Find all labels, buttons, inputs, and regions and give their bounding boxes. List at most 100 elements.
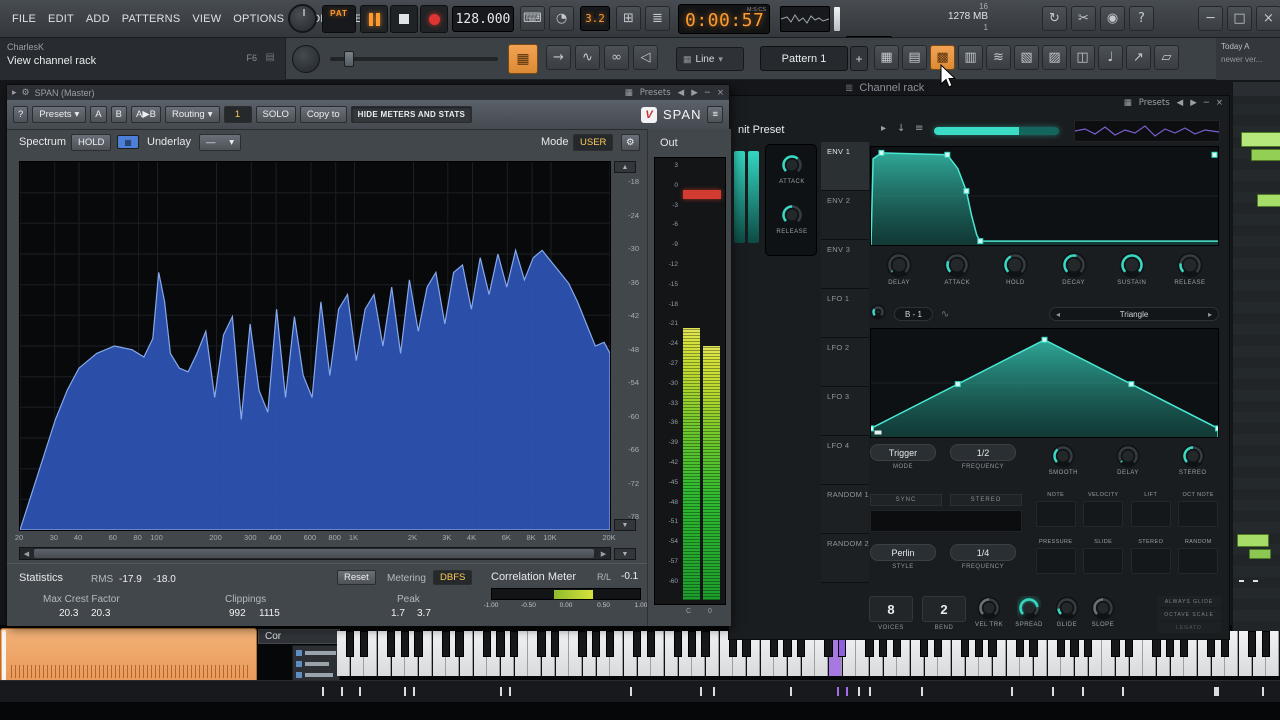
master-pitch-knob[interactable] bbox=[292, 45, 320, 73]
minimize-button[interactable]: ─ bbox=[1198, 6, 1223, 31]
matrix-oct-note[interactable]: OCT NOTE bbox=[1177, 492, 1221, 539]
overdub-icon[interactable]: ≣ bbox=[645, 6, 670, 31]
smart-disable-icon[interactable]: ∿ bbox=[575, 45, 600, 70]
window-snap-icon[interactable]: ▦ bbox=[625, 88, 633, 98]
flag-legato[interactable]: LEGATO bbox=[1157, 622, 1221, 633]
tools-icon[interactable]: ✂ bbox=[1071, 6, 1096, 31]
copy-to-button[interactable]: Copy to bbox=[299, 106, 347, 123]
link-icon[interactable]: ∞ bbox=[604, 45, 629, 70]
detach-window-button[interactable]: ─ bbox=[705, 88, 710, 98]
piano-roll-icon[interactable]: ▥ bbox=[958, 45, 983, 70]
tab-lfo-4[interactable]: LFO 4 bbox=[821, 436, 869, 485]
black-key[interactable] bbox=[387, 631, 396, 657]
knob-sustain[interactable]: SUSTAIN bbox=[1103, 252, 1161, 300]
knob-vel-trk[interactable]: VEL TRK bbox=[975, 596, 1003, 628]
random-display[interactable] bbox=[870, 510, 1022, 532]
hide-meters-button[interactable]: HIDE METERS AND STATS bbox=[350, 106, 473, 123]
prev-preset-button[interactable]: ◀ bbox=[1177, 98, 1184, 108]
sync-icon[interactable]: ↻ bbox=[1042, 6, 1067, 31]
step-sequencer-icon[interactable]: ▤ bbox=[902, 45, 927, 70]
scrollbar-handle[interactable] bbox=[34, 549, 594, 558]
matrix-note[interactable]: NOTE bbox=[1034, 492, 1078, 539]
span-window-titlebar[interactable]: ▸ ⚙ SPAN (Master) ▦ Presets ◀ ▶ ─ × bbox=[7, 85, 729, 100]
pattern-song-toggle[interactable]: PAT bbox=[322, 5, 356, 33]
matrix-cell[interactable] bbox=[1083, 548, 1124, 574]
mic-icon[interactable]: ◉ bbox=[1100, 6, 1125, 31]
tab-lfo-1[interactable]: LFO 1 bbox=[821, 289, 869, 338]
menu-edit[interactable]: EDIT bbox=[42, 9, 80, 29]
menu-add[interactable]: ADD bbox=[80, 9, 116, 29]
a-to-b-button[interactable]: A▶B bbox=[130, 106, 161, 123]
note-tick-strip[interactable] bbox=[0, 680, 1280, 702]
matrix-stereo[interactable]: STEREO bbox=[1129, 539, 1173, 586]
black-key[interactable] bbox=[551, 631, 560, 657]
close-button[interactable]: × bbox=[1256, 6, 1280, 31]
browser-icon[interactable]: ▨ bbox=[1042, 45, 1067, 70]
knob-slope[interactable]: SLOPE bbox=[1091, 596, 1115, 628]
preset-name[interactable]: nit Preset bbox=[738, 124, 784, 136]
dbfs-button[interactable]: DBFS bbox=[433, 570, 473, 585]
preset-menu-icon[interactable]: ≡ bbox=[915, 123, 923, 134]
help-button[interactable]: ? bbox=[13, 106, 29, 123]
ab-slot-b-button[interactable]: B bbox=[110, 106, 127, 123]
piano-roll-note[interactable] bbox=[1237, 534, 1269, 547]
volume-gauge[interactable] bbox=[934, 127, 1059, 135]
knob-hold[interactable]: HOLD bbox=[986, 252, 1044, 300]
matrix-cell[interactable] bbox=[1035, 548, 1076, 574]
snap-selector[interactable]: ▦ Line ▾ bbox=[676, 47, 744, 71]
black-key[interactable] bbox=[537, 631, 546, 657]
black-key[interactable] bbox=[646, 631, 656, 657]
knob-release[interactable]: RELEASE bbox=[1161, 252, 1219, 300]
next-preset-button[interactable]: ▶ bbox=[1190, 98, 1197, 108]
next-preset-button[interactable]: ▶ bbox=[691, 88, 698, 98]
lfo-frequency-button[interactable]: 1/2 bbox=[950, 444, 1016, 461]
oscilloscope[interactable] bbox=[780, 6, 830, 32]
scale-zoom-out-button[interactable]: ▼ bbox=[614, 519, 636, 531]
knob-attack[interactable]: ATTACK bbox=[928, 252, 986, 300]
black-key[interactable] bbox=[510, 631, 519, 657]
pattern-selector[interactable]: Pattern 1 bbox=[760, 46, 848, 71]
count-in-display[interactable]: 3.2 bbox=[580, 6, 610, 31]
shop-icon[interactable]: ▱ bbox=[1154, 45, 1179, 70]
solo-button[interactable]: SOLO bbox=[255, 106, 296, 123]
scroll-right-button[interactable]: ▶ bbox=[597, 548, 610, 559]
matrix-slide[interactable]: SLIDE bbox=[1082, 539, 1126, 586]
black-key[interactable] bbox=[455, 631, 464, 657]
spectrum-mode-toggle[interactable]: ▦ bbox=[117, 135, 139, 149]
tab-lfo-2[interactable]: LFO 2 bbox=[821, 338, 869, 387]
menu-button[interactable]: ≡ bbox=[707, 106, 723, 123]
side-knob-attack[interactable]: ATTACK bbox=[774, 153, 810, 185]
tab-random-2[interactable]: RANDOM 2 bbox=[821, 534, 869, 583]
knob-spread[interactable]: SPREAD bbox=[1015, 596, 1043, 628]
scroll-left-button[interactable]: ◀ bbox=[20, 548, 33, 559]
step-edit-icon[interactable]: ⊞ bbox=[616, 6, 641, 31]
mini-slider-row[interactable] bbox=[296, 661, 336, 667]
tab-env-3[interactable]: ENV 3 bbox=[821, 240, 869, 289]
side-knob-release[interactable]: RELEASE bbox=[774, 203, 810, 235]
matrix-random[interactable]: RANDOM bbox=[1177, 539, 1221, 586]
black-key[interactable] bbox=[674, 631, 683, 657]
black-key[interactable] bbox=[633, 631, 642, 657]
plugin-database-icon[interactable]: ◫ bbox=[1070, 45, 1095, 70]
record-button[interactable] bbox=[420, 5, 448, 33]
flag-octave-scale[interactable]: OCTAVE SCALE bbox=[1157, 609, 1221, 620]
collapse-icon[interactable]: ▸ bbox=[12, 87, 17, 98]
help-icon[interactable]: ? bbox=[1129, 6, 1154, 31]
detach-icon[interactable]: → bbox=[546, 45, 571, 70]
lfo-tempo-pill[interactable]: B - 1 bbox=[894, 307, 933, 321]
lfo-phase-knob[interactable] bbox=[870, 304, 886, 325]
hold-button[interactable]: HOLD bbox=[71, 134, 112, 151]
black-key[interactable] bbox=[1248, 631, 1257, 657]
knob-smooth[interactable]: SMOOTH bbox=[1038, 444, 1089, 490]
matrix-cell[interactable] bbox=[1130, 548, 1171, 574]
black-key[interactable] bbox=[414, 631, 423, 657]
knob-decay[interactable]: DECAY bbox=[1045, 252, 1103, 300]
tab-env-1[interactable]: ENV 1 bbox=[821, 142, 869, 191]
pattern-add-button[interactable]: + bbox=[850, 46, 868, 71]
piano-roll-note[interactable] bbox=[1241, 132, 1280, 147]
grid-select-icon[interactable]: ▦ bbox=[874, 45, 899, 70]
news-panel[interactable]: Today A newer ver... bbox=[1216, 38, 1280, 80]
tab-lfo-3[interactable]: LFO 3 bbox=[821, 387, 869, 436]
window-snap-icon[interactable]: ▦ bbox=[1124, 98, 1132, 108]
matrix-velocity[interactable]: VELOCITY bbox=[1082, 492, 1126, 539]
